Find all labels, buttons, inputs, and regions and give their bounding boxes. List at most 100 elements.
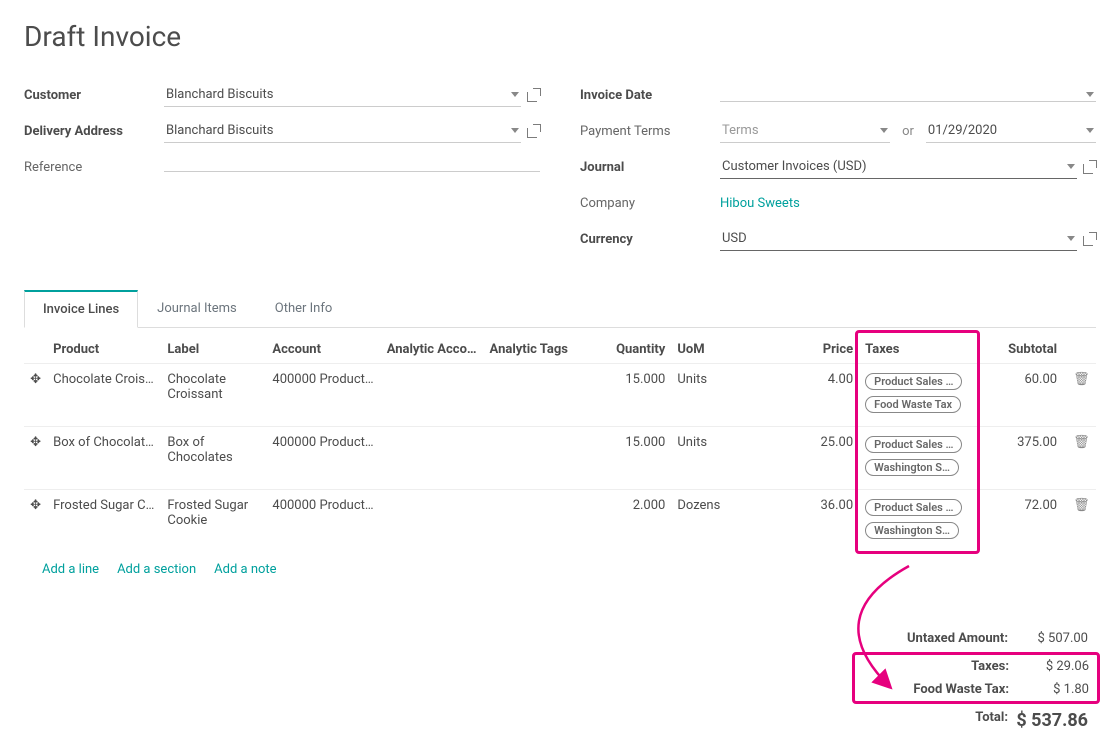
cell-quantity[interactable]: 15.000 [580,427,671,490]
cell-product[interactable]: Box of Chocolat… [47,427,161,490]
tabs: Invoice Lines Journal Items Other Info [24,289,1096,328]
customer-input[interactable]: Blanchard Biscuits [164,83,521,107]
cell-analytic-tags[interactable] [484,427,581,490]
terms-input[interactable]: Terms [720,119,890,143]
col-uom[interactable]: UoM [671,334,768,364]
label-reference: Reference [24,160,164,175]
field-reference: Reference [24,153,540,181]
tab-journal-items[interactable]: Journal Items [138,290,256,328]
food-waste-value: $ 1.80 [1009,682,1089,697]
label-currency: Currency [580,232,720,247]
external-link-icon[interactable] [527,125,540,138]
add-note-link[interactable]: Add a note [214,562,276,577]
label-journal: Journal [580,160,720,175]
or-text: or [902,124,914,139]
label-delivery: Delivery Address [24,124,164,139]
drag-handle-icon[interactable]: ✥ [24,427,47,490]
caret-down-icon[interactable] [880,128,888,133]
tab-other-info[interactable]: Other Info [256,290,352,328]
cell-analytic-account[interactable] [381,490,484,553]
cell-analytic-account[interactable] [381,364,484,427]
field-journal: Journal Customer Invoices (USD) [580,153,1096,181]
tax-highlight-annotation: Taxes: $ 29.06 Food Waste Tax: $ 1.80 [852,652,1100,704]
cell-label[interactable]: Box of Chocolates [161,427,266,490]
caret-down-icon[interactable] [1067,164,1075,169]
col-price[interactable]: Price [768,334,859,364]
col-analytic-account[interactable]: Analytic Acco… [381,334,484,364]
drag-handle-icon[interactable]: ✥ [24,490,47,553]
cell-account[interactable]: 400000 Product… [266,427,380,490]
label-customer: Customer [24,88,164,103]
field-customer: Customer Blanchard Biscuits [24,81,540,109]
field-company: Company Hibou Sweets [580,189,1096,217]
add-section-link[interactable]: Add a section [117,562,196,577]
company-link[interactable]: Hibou Sweets [720,196,800,211]
cell-price[interactable]: 36.00 [768,490,859,553]
cell-uom[interactable]: Units [671,427,768,490]
caret-down-icon[interactable] [1067,236,1075,241]
add-actions: Add a line Add a section Add a note [24,552,1096,587]
cell-uom[interactable]: Units [671,364,768,427]
journal-value: Customer Invoices (USD) [722,159,867,174]
add-line-link[interactable]: Add a line [42,562,99,577]
cell-subtotal: 375.00 [980,427,1063,490]
cell-label[interactable]: Frosted Sugar Cookie [161,490,266,553]
trash-icon[interactable]: 🗑 [1069,435,1090,450]
drag-handle-icon[interactable]: ✥ [24,364,47,427]
delivery-value: Blanchard Biscuits [166,123,273,138]
due-date-input[interactable]: 01/29/2020 [926,119,1096,143]
journal-input[interactable]: Customer Invoices (USD) [720,155,1077,179]
cell-quantity[interactable]: 15.000 [580,364,671,427]
col-account[interactable]: Account [266,334,380,364]
cell-account[interactable]: 400000 Product… [266,364,380,427]
cell-delete: 🗑 [1063,364,1096,427]
col-quantity[interactable]: Quantity [580,334,671,364]
cell-price[interactable]: 25.00 [768,427,859,490]
cell-analytic-tags[interactable] [484,490,581,553]
terms-placeholder: Terms [722,123,759,138]
label-company: Company [580,196,720,211]
external-link-icon[interactable] [1083,233,1096,246]
caret-down-icon[interactable] [1086,128,1094,133]
trash-icon[interactable]: 🗑 [1069,498,1090,513]
field-delivery: Delivery Address Blanchard Biscuits [24,117,540,145]
cell-account[interactable]: 400000 Product… [266,490,380,553]
cell-label[interactable]: Chocolate Croissant [161,364,266,427]
due-date-value: 01/29/2020 [928,123,997,138]
reference-input[interactable] [164,163,540,172]
field-currency: Currency USD [580,225,1096,253]
invoice-date-input[interactable] [720,88,1096,102]
label-payment-terms: Payment Terms [580,124,720,139]
totals-total: Total: $ 537.86 [856,706,1096,735]
field-payment-terms: Payment Terms Terms or 01/29/2020 [580,117,1096,145]
cell-analytic-account[interactable] [381,427,484,490]
trash-icon[interactable]: 🗑 [1069,372,1090,387]
caret-down-icon[interactable] [511,92,519,97]
external-link-icon[interactable] [527,89,540,102]
col-label[interactable]: Label [161,334,266,364]
form-grid: Customer Blanchard Biscuits Delivery Add… [24,81,1096,261]
currency-input[interactable]: USD [720,227,1077,251]
cell-analytic-tags[interactable] [484,364,581,427]
cell-uom[interactable]: Dozens [671,490,768,553]
currency-value: USD [722,231,747,246]
col-product[interactable]: Product [47,334,161,364]
totals-food-waste: Food Waste Tax: $ 1.80 [855,678,1097,701]
page-title: Draft Invoice [24,20,1096,53]
col-analytic-tags[interactable]: Analytic Tags [484,334,581,364]
field-invoice-date: Invoice Date [580,81,1096,109]
external-link-icon[interactable] [1083,161,1096,174]
cell-price[interactable]: 4.00 [768,364,859,427]
cell-quantity[interactable]: 2.000 [580,490,671,553]
totals-untaxed: Untaxed Amount: $ 507.00 [856,627,1096,650]
delivery-input[interactable]: Blanchard Biscuits [164,119,521,143]
caret-down-icon[interactable] [511,128,519,133]
caret-down-icon[interactable] [1086,92,1094,97]
cell-delete: 🗑 [1063,490,1096,553]
cell-product[interactable]: Frosted Sugar C… [47,490,161,553]
tab-invoice-lines[interactable]: Invoice Lines [24,290,138,328]
total-value: $ 537.86 [1008,710,1088,731]
col-subtotal[interactable]: Subtotal [980,334,1063,364]
food-waste-label: Food Waste Tax: [863,682,1009,697]
cell-product[interactable]: Chocolate Crois… [47,364,161,427]
